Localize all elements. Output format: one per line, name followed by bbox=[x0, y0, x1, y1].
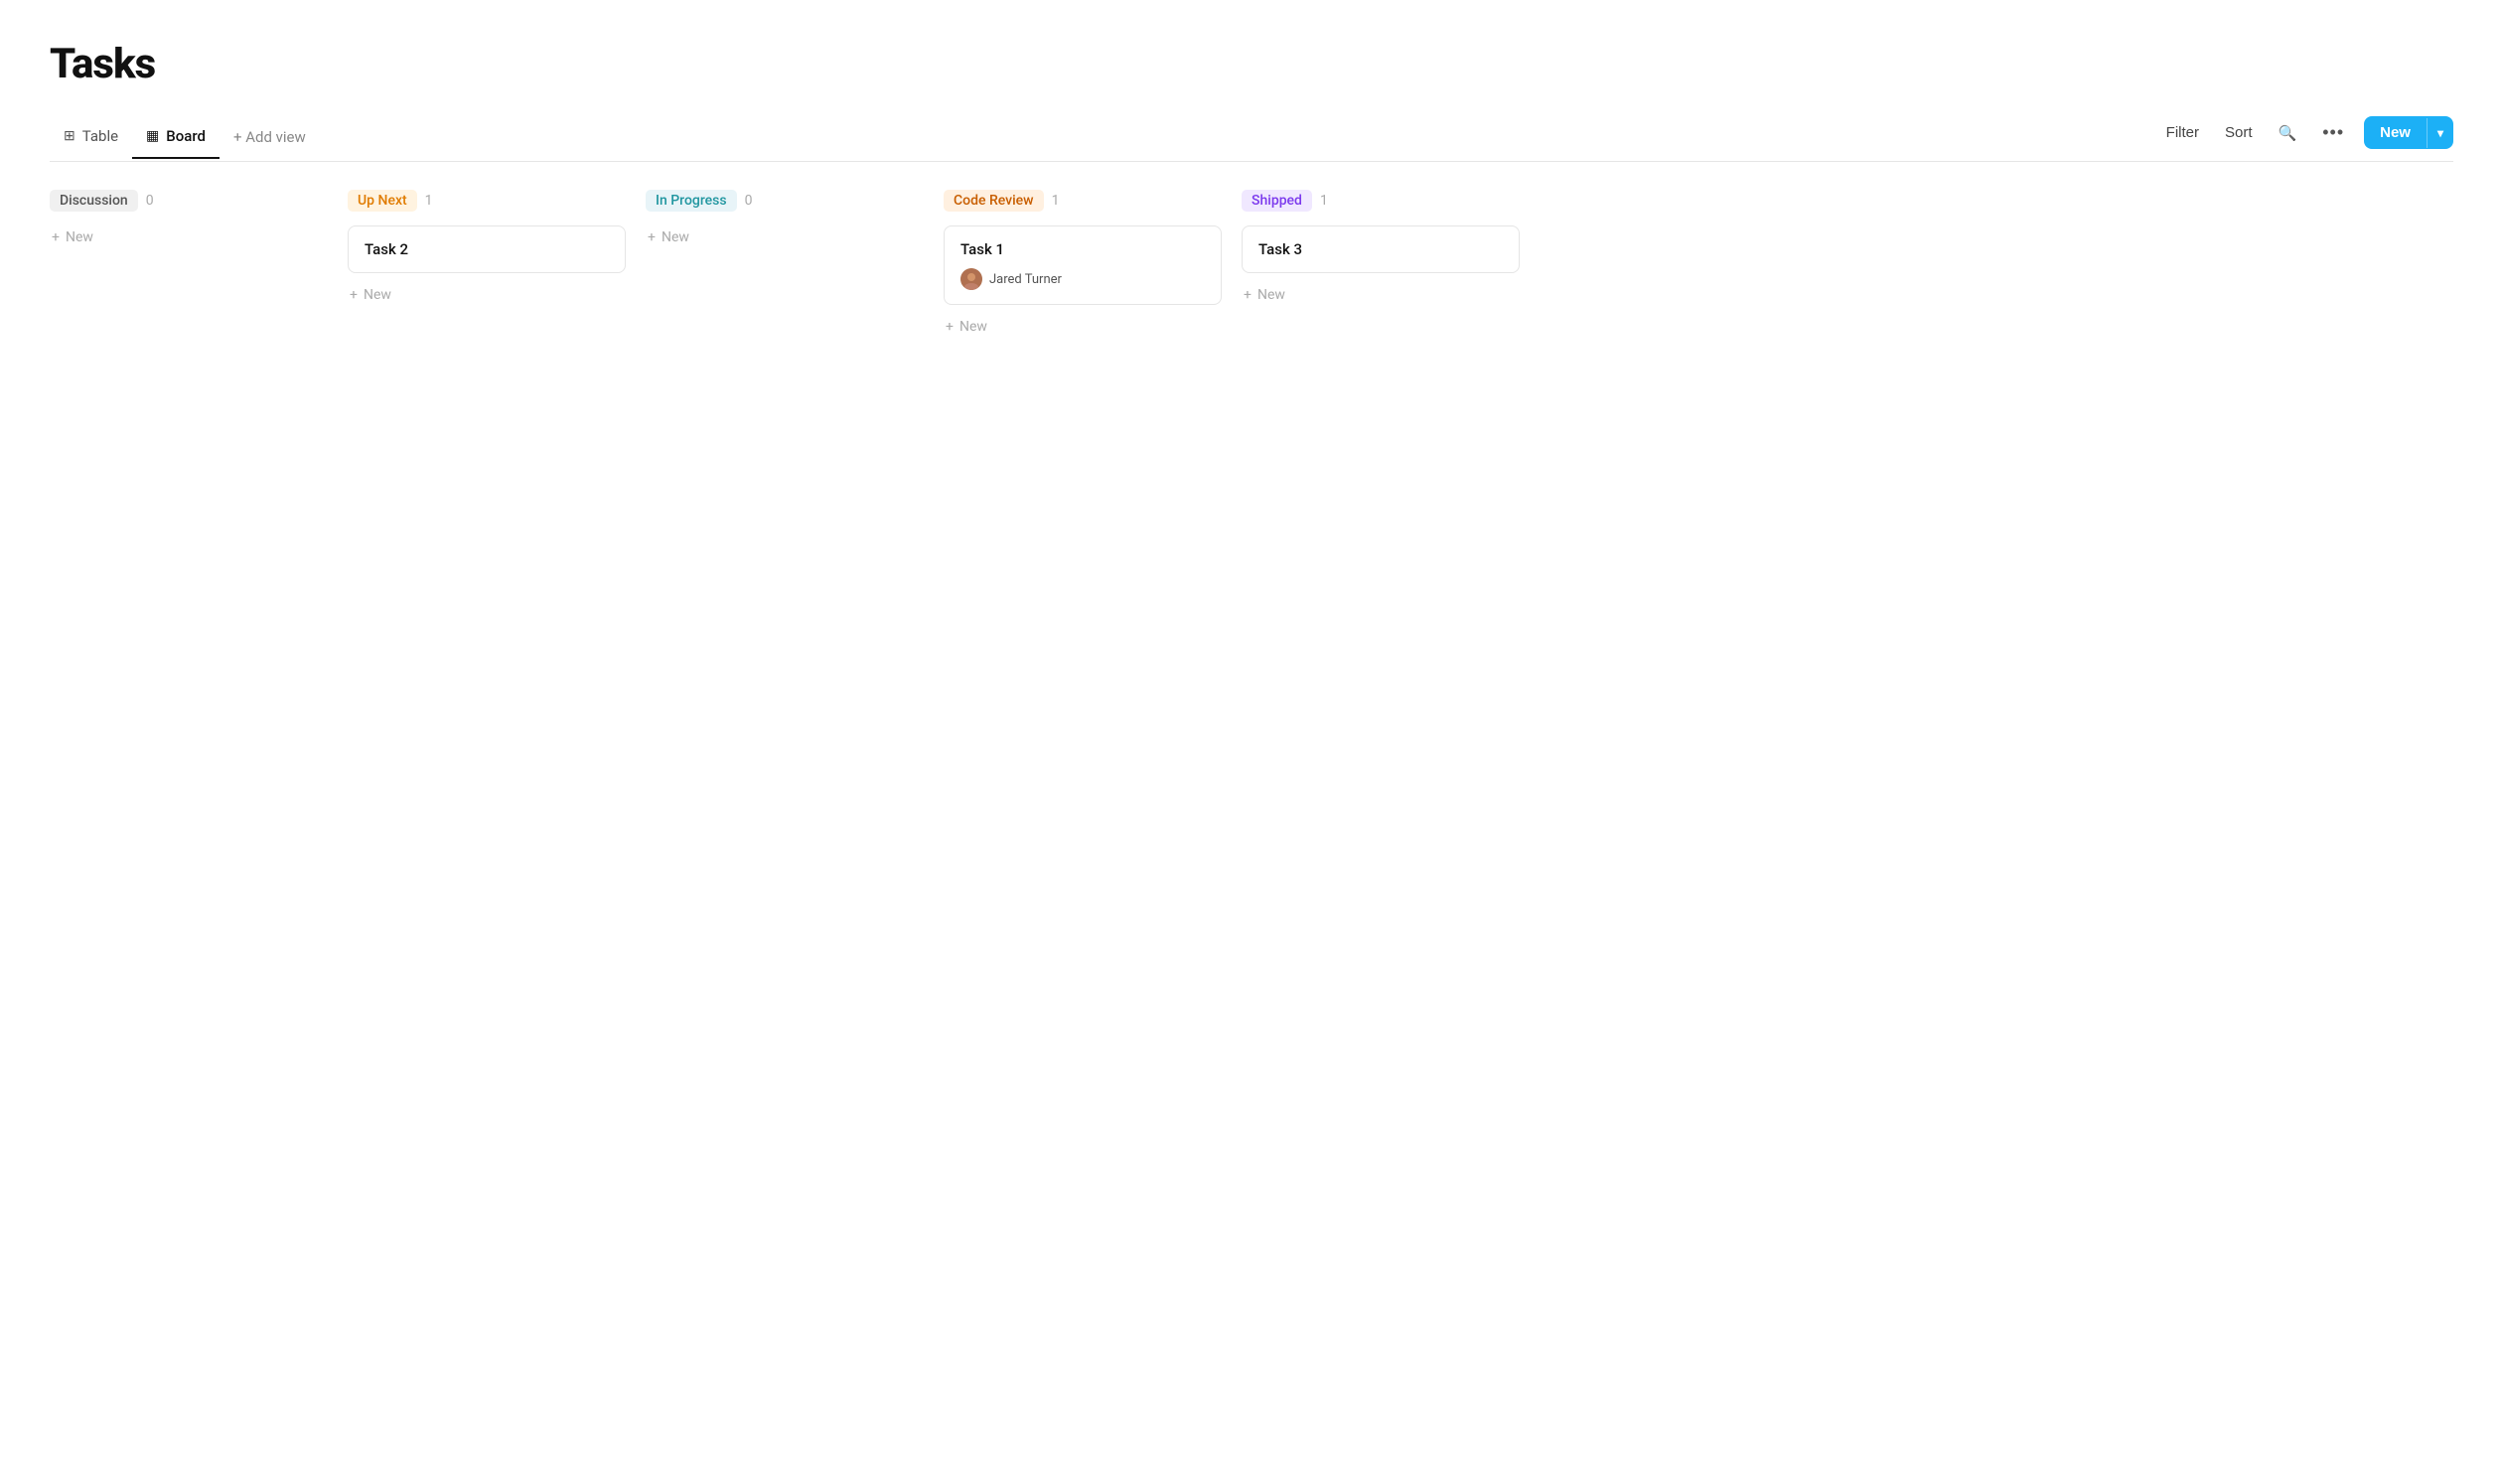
new-button[interactable]: New ▾ bbox=[2364, 116, 2453, 149]
card-task1[interactable]: Task 1 Jared Turner bbox=[944, 225, 1222, 305]
view-tabs-bar: ⊞ Table ▦ Board + Add view Filter Sort 🔍… bbox=[50, 116, 2453, 162]
column-label-shipped: Shipped bbox=[1242, 190, 1312, 212]
add-new-shipped[interactable]: + New bbox=[1242, 283, 1520, 307]
column-count-inprogress: 0 bbox=[745, 193, 753, 209]
card-task3[interactable]: Task 3 bbox=[1242, 225, 1520, 273]
column-header-discussion: Discussion 0 bbox=[50, 190, 328, 212]
add-view-button[interactable]: + Add view bbox=[220, 120, 320, 158]
add-new-inprogress[interactable]: + New bbox=[646, 225, 924, 249]
add-new-label-inprogress: New bbox=[662, 229, 689, 245]
plus-icon-inprogress: + bbox=[648, 229, 656, 245]
sort-button[interactable]: Sort bbox=[2219, 120, 2259, 145]
page-title: Tasks bbox=[50, 40, 2453, 88]
column-upnext: Up Next 1 Task 2 + New bbox=[348, 190, 646, 307]
tab-table[interactable]: ⊞ Table bbox=[50, 119, 132, 159]
column-count-upnext: 1 bbox=[425, 193, 433, 209]
card-task1-title: Task 1 bbox=[960, 240, 1205, 258]
filter-button[interactable]: Filter bbox=[2160, 120, 2205, 145]
column-count-discussion: 0 bbox=[146, 193, 154, 209]
plus-icon-shipped: + bbox=[1244, 287, 1252, 303]
card-task2[interactable]: Task 2 bbox=[348, 225, 626, 273]
column-label-codereview: Code Review bbox=[944, 190, 1044, 212]
column-header-shipped: Shipped 1 bbox=[1242, 190, 1520, 212]
avatar-jared bbox=[960, 268, 982, 290]
more-options-button[interactable]: ••• bbox=[2316, 118, 2350, 147]
column-label-discussion: Discussion bbox=[50, 190, 138, 212]
column-header-codereview: Code Review 1 bbox=[944, 190, 1222, 212]
column-label-upnext: Up Next bbox=[348, 190, 417, 212]
add-new-label-upnext: New bbox=[364, 287, 391, 303]
plus-icon-discussion: + bbox=[52, 229, 60, 245]
card-task1-assignee: Jared Turner bbox=[960, 268, 1205, 290]
add-new-upnext[interactable]: + New bbox=[348, 283, 626, 307]
toolbar-right: Filter Sort 🔍 ••• New ▾ bbox=[2160, 116, 2453, 161]
table-icon: ⊞ bbox=[64, 128, 75, 144]
card-task2-title: Task 2 bbox=[365, 240, 408, 258]
column-discussion: Discussion 0 + New bbox=[50, 190, 348, 249]
more-icon: ••• bbox=[2322, 122, 2344, 142]
search-icon: 🔍 bbox=[2279, 125, 2297, 142]
new-button-label: New bbox=[2364, 116, 2427, 149]
column-shipped: Shipped 1 Task 3 + New bbox=[1242, 190, 1540, 307]
add-new-label-shipped: New bbox=[1257, 287, 1285, 303]
column-header-inprogress: In Progress 0 bbox=[646, 190, 924, 212]
new-button-chevron-icon[interactable]: ▾ bbox=[2427, 118, 2453, 148]
add-new-label-discussion: New bbox=[66, 229, 93, 245]
board-icon: ▦ bbox=[146, 128, 159, 144]
column-inprogress: In Progress 0 + New bbox=[646, 190, 944, 249]
add-new-discussion[interactable]: + New bbox=[50, 225, 328, 249]
add-new-label-codereview: New bbox=[959, 319, 987, 335]
column-label-inprogress: In Progress bbox=[646, 190, 737, 212]
tab-board-label: Board bbox=[166, 127, 206, 145]
tab-table-label: Table bbox=[82, 127, 118, 145]
card-task3-title: Task 3 bbox=[1258, 240, 1302, 258]
column-codereview: Code Review 1 Task 1 Jared Turner + New bbox=[944, 190, 1242, 339]
plus-icon-codereview: + bbox=[946, 319, 954, 335]
column-count-codereview: 1 bbox=[1052, 193, 1060, 209]
column-header-upnext: Up Next 1 bbox=[348, 190, 626, 212]
board: Discussion 0 + New Up Next 1 Task 2 + Ne… bbox=[50, 190, 2453, 339]
add-new-codereview[interactable]: + New bbox=[944, 315, 1222, 339]
tab-board[interactable]: ▦ Board bbox=[132, 119, 220, 159]
add-view-label: + Add view bbox=[233, 128, 306, 146]
column-count-shipped: 1 bbox=[1320, 193, 1328, 209]
plus-icon-upnext: + bbox=[350, 287, 358, 303]
assignee-name-jared: Jared Turner bbox=[989, 272, 1062, 287]
search-button[interactable]: 🔍 bbox=[2273, 120, 2303, 146]
